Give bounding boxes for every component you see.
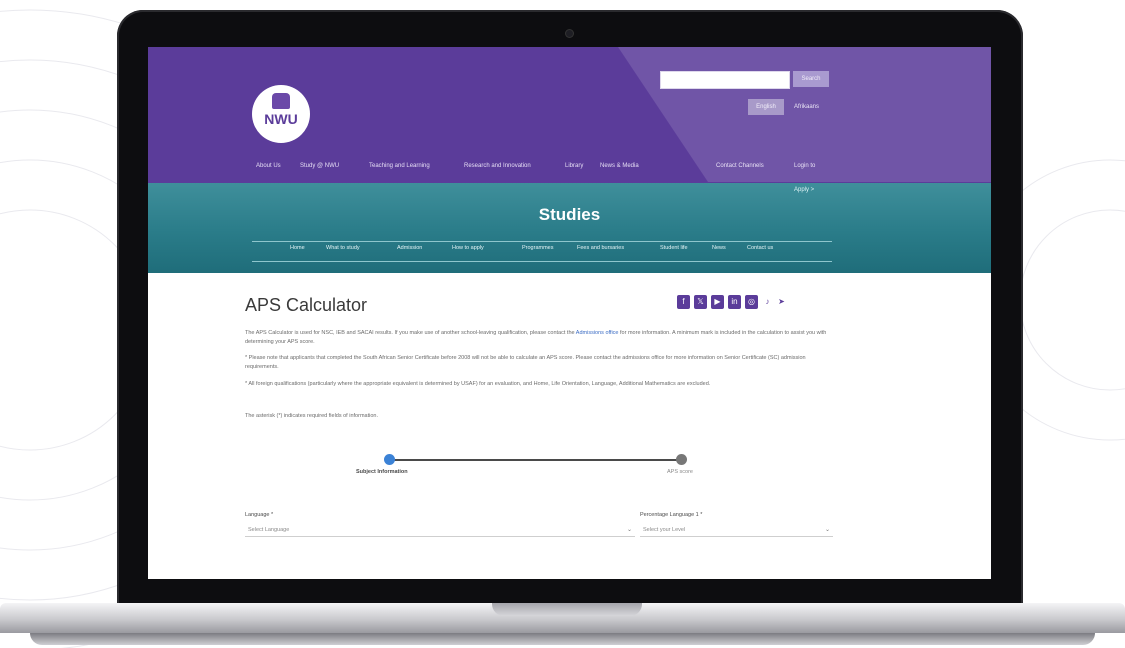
admissions-link[interactable]: Admissions office <box>576 330 619 336</box>
telegram-icon[interactable]: ➤ <box>775 295 788 309</box>
subnav-item[interactable]: Contact us <box>747 245 773 251</box>
x-icon[interactable]: 𝕏 <box>694 295 707 309</box>
laptop-base-edge <box>30 633 1095 645</box>
language-link[interactable]: Afrikaans <box>794 99 819 115</box>
nwu-logo[interactable]: NWU <box>252 85 310 143</box>
subnav-item[interactable]: Home <box>290 245 305 251</box>
instagram-icon[interactable]: ◎ <box>745 295 758 309</box>
apply-link[interactable]: Apply > <box>794 187 814 193</box>
foreign-note-paragraph: * All foreign qualifications (particular… <box>245 381 711 387</box>
laptop-notch <box>492 603 642 616</box>
step-1-indicator[interactable] <box>384 454 395 465</box>
step-2-label: APS score <box>667 469 693 475</box>
nav-item[interactable]: Contact Channels <box>716 163 764 169</box>
facebook-icon[interactable]: f <box>677 295 690 309</box>
nav-item[interactable]: News & Media <box>600 163 639 169</box>
tiktok-icon[interactable]: ♪ <box>761 295 774 309</box>
language-label: Language * <box>245 512 274 518</box>
site-header: NWU Search English Afrikaans About Us St… <box>148 47 991 183</box>
nav-item[interactable]: About Us <box>256 163 281 169</box>
chevron-down-icon: ⌄ <box>824 527 830 533</box>
search-input[interactable] <box>660 71 790 89</box>
step-2-indicator[interactable] <box>676 454 687 465</box>
percentage-label: Percentage Language 1 * <box>640 512 703 518</box>
note-paragraph: * Please note that applicants that compl… <box>245 355 806 370</box>
divider <box>252 241 832 242</box>
studies-banner: Apply > Studies Home What to study Admis… <box>148 183 991 273</box>
nav-item[interactable]: Login to <box>794 163 815 169</box>
youtube-icon[interactable]: ▶ <box>711 295 724 309</box>
social-links: f 𝕏 ▶ in ◎ ♪ ➤ <box>677 295 827 311</box>
logo-text: NWU <box>264 111 298 127</box>
language-select-value: Select Language <box>248 527 290 533</box>
subnav-item[interactable]: Admission <box>397 245 422 251</box>
subnav-item[interactable]: Programmes <box>522 245 553 251</box>
stepper-line <box>389 459 681 461</box>
chevron-down-icon: ⌄ <box>626 527 632 533</box>
nav-item[interactable]: Library <box>565 163 583 169</box>
language-select[interactable]: Select Language ⌄ <box>245 524 635 537</box>
nav-item[interactable]: Teaching and Learning <box>369 163 430 169</box>
top-nav: About Us Study @ NWU Teaching and Learni… <box>256 163 956 175</box>
nav-item[interactable]: Study @ NWU <box>300 163 339 169</box>
intro-paragraph: The APS Calculator is used for NSC, IEB … <box>245 329 827 347</box>
subnav-item[interactable]: News <box>712 245 726 251</box>
divider <box>252 261 832 262</box>
camera-icon <box>566 30 573 37</box>
subnav-item[interactable]: Student life <box>660 245 688 251</box>
search-button[interactable]: Search <box>793 71 829 87</box>
page-title: APS Calculator <box>245 295 368 315</box>
banner-title: Studies <box>538 205 601 224</box>
required-fields-note: The asterisk (*) indicates required fiel… <box>245 413 378 419</box>
subnav-item[interactable]: How to apply <box>452 245 484 251</box>
linkedin-icon[interactable]: in <box>728 295 741 309</box>
crest-icon <box>272 93 290 109</box>
subnav-item[interactable]: Fees and bursaries <box>577 245 624 251</box>
percentage-select-value: Select your Level <box>643 527 686 533</box>
step-1-label: Subject Information <box>356 469 408 475</box>
laptop-screen: NWU Search English Afrikaans About Us St… <box>148 47 991 579</box>
nav-item[interactable]: Research and Innovation <box>464 163 531 169</box>
subnav-item[interactable]: What to study <box>326 245 360 251</box>
language-button[interactable]: English <box>748 99 784 115</box>
percentage-select[interactable]: Select your Level ⌄ <box>640 524 833 537</box>
intro-text: The APS Calculator is used for NSC, IEB … <box>245 330 575 336</box>
sub-nav: Home What to study Admission How to appl… <box>252 245 832 257</box>
